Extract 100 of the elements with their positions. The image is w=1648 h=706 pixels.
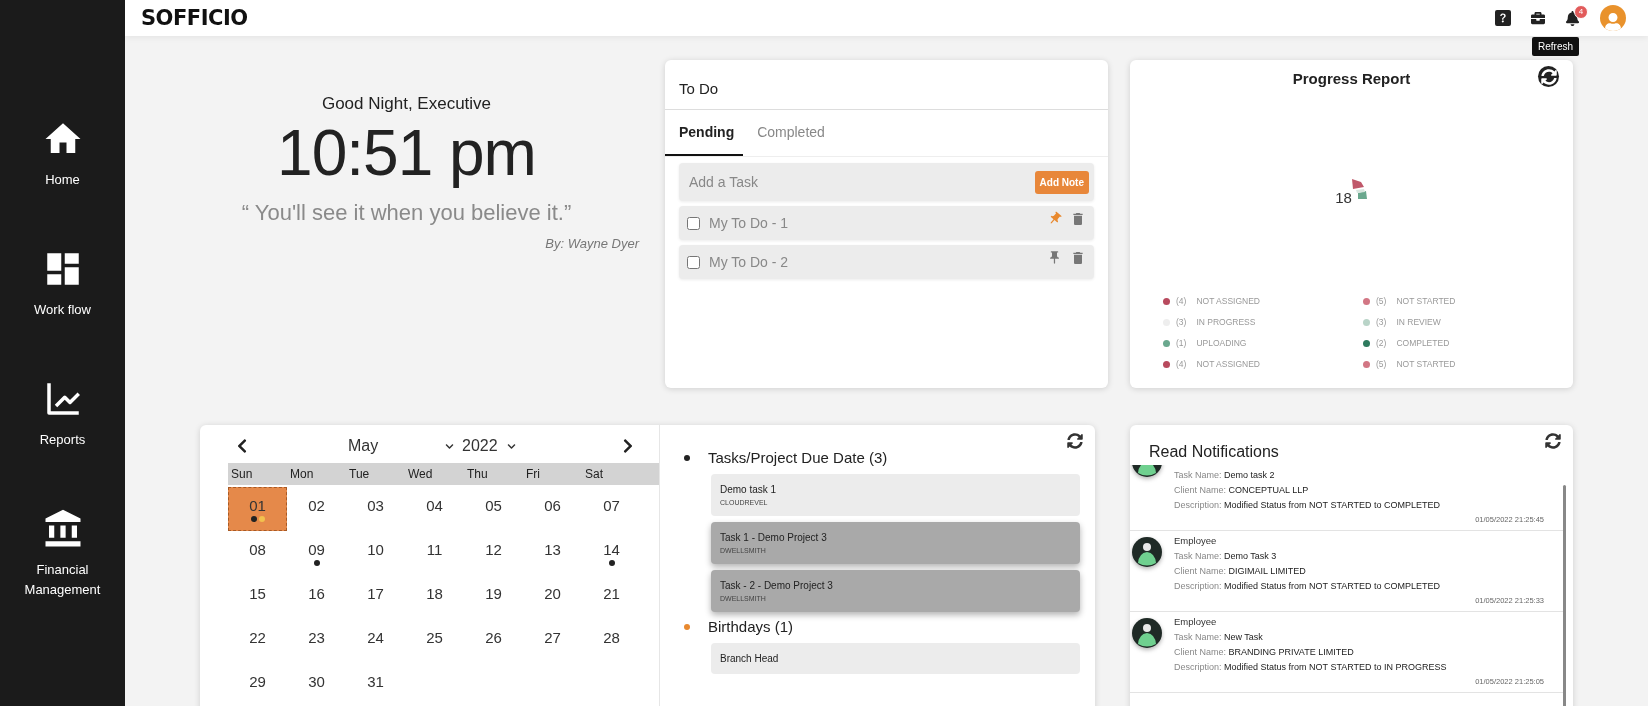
description-text: Description: Modified Status from NOT STARTED to COMPLETED <box>1174 499 1442 511</box>
calendar-day[interactable]: 19 <box>464 575 523 619</box>
legend-count: (4) <box>1176 359 1187 369</box>
weekday-label: Sat <box>584 467 604 481</box>
clock-time: 10:51 pm <box>277 116 536 190</box>
legend-count: (2) <box>1376 338 1387 348</box>
calendar-day[interactable]: 16 <box>287 575 346 619</box>
agenda-item[interactable]: Branch Head <box>711 643 1080 674</box>
weekday-label: Mon <box>289 467 315 481</box>
help-icon[interactable] <box>1495 10 1511 26</box>
caret-icon <box>445 441 454 451</box>
sidebar-label: Financial Management <box>23 561 102 599</box>
calendar-day[interactable]: 04 <box>405 487 464 531</box>
description-text: Description: Modified Status from NOT STARTED to IN PROGRESS <box>1174 661 1448 673</box>
calendar-day[interactable]: 03 <box>346 487 405 531</box>
quote-author: By: Wayne Dyer <box>545 236 639 251</box>
weekday-label: Tue <box>348 467 371 481</box>
refresh-button[interactable] <box>1538 66 1559 87</box>
legend-label: NOT STARTED <box>1396 296 1456 306</box>
sidebar-item[interactable]: Financial Management <box>7 508 118 600</box>
refresh-icon <box>1067 433 1083 449</box>
checkbox[interactable] <box>687 216 700 230</box>
total-count: 18 <box>1335 189 1352 206</box>
legend-count: (4) <box>1176 296 1187 306</box>
avatar <box>1132 537 1162 567</box>
weekday-label: Wed <box>407 467 434 481</box>
sender-name: Employee <box>1174 535 1218 547</box>
calendar-day[interactable]: 21 <box>582 575 641 619</box>
section-title: Birthdays (1) <box>708 618 794 635</box>
sidebar-item[interactable]: Work flow <box>7 248 118 320</box>
scrollbar-thumb[interactable] <box>1563 485 1566 706</box>
item-title: Branch Head <box>720 653 780 664</box>
calendar-day[interactable]: 12 <box>464 531 523 575</box>
calendar-day[interactable]: 14 <box>582 531 641 575</box>
calendar-day[interactable]: 29 <box>228 663 287 706</box>
calendar-day[interactable]: 07 <box>582 487 641 531</box>
refresh-button[interactable] <box>1067 433 1083 449</box>
year-select[interactable]: 2022 <box>462 437 516 455</box>
item-title: Task 1 - Demo Project 3 <box>720 532 828 543</box>
calendar-day[interactable]: 18 <box>405 575 464 619</box>
legend-label: NOT ASSIGNED <box>1196 296 1260 306</box>
legend-label: IN REVIEW <box>1396 317 1441 327</box>
legend-label: IN PROGRESS <box>1196 317 1256 327</box>
tab[interactable]: Completed <box>743 110 839 156</box>
tooltip: Refresh <box>1532 37 1579 56</box>
checkbox[interactable] <box>687 255 700 269</box>
task-name-text: Task Name: Demo task 2 <box>1174 469 1276 481</box>
calendar-day[interactable]: 23 <box>287 619 346 663</box>
weekday-label: Thu <box>466 467 489 481</box>
section-title: Tasks/Project Due Date (3) <box>708 449 888 466</box>
card-title: Progress Report <box>1292 70 1411 87</box>
refresh-icon <box>1545 433 1561 449</box>
item-title: Task - 2 - Demo Project 3 <box>720 580 834 591</box>
refresh-button[interactable] <box>1545 433 1561 449</box>
caret-icon <box>507 441 516 451</box>
calendar-day[interactable]: 22 <box>228 619 287 663</box>
logo: SOFFICIO <box>141 6 248 30</box>
calendar-day[interactable]: 09 <box>287 531 346 575</box>
calendar-day[interactable]: 15 <box>228 575 287 619</box>
calendar-day[interactable]: 17 <box>346 575 405 619</box>
weekday-label: Fri <box>525 467 541 481</box>
calendar-day[interactable]: 24 <box>346 619 405 663</box>
trash-icon[interactable] <box>1070 211 1086 227</box>
greeting-text: Good Night, Executive <box>321 94 492 114</box>
calendar-day[interactable]: 27 <box>523 619 582 663</box>
calendar-day[interactable]: 06 <box>523 487 582 531</box>
calendar-day[interactable]: 28 <box>582 619 641 663</box>
sidebar-label: Reports <box>39 431 86 449</box>
calendar-day[interactable]: 10 <box>346 531 405 575</box>
sidebar-item[interactable]: Reports <box>7 378 118 450</box>
tab[interactable]: Pending <box>665 110 743 156</box>
legend-count: (3) <box>1176 317 1187 327</box>
briefcase-icon[interactable] <box>1531 11 1545 25</box>
card-title: To Do <box>665 60 1108 110</box>
month-select[interactable]: May <box>348 437 454 455</box>
calendar-day[interactable]: 25 <box>405 619 464 663</box>
calendar-day[interactable]: 11 <box>405 531 464 575</box>
calendar-day[interactable]: 08 <box>228 531 287 575</box>
calendar-day[interactable]: 13 <box>523 531 582 575</box>
calendar-day[interactable]: 02 <box>287 487 346 531</box>
sidebar-item[interactable]: Home <box>7 118 118 190</box>
calendar-day[interactable]: 26 <box>464 619 523 663</box>
trash-icon[interactable] <box>1070 250 1086 266</box>
legend-count: (1) <box>1176 338 1187 348</box>
legend-label: UPLOADING <box>1196 338 1247 348</box>
calendar-day[interactable]: 01 <box>228 487 287 531</box>
calendar-day[interactable]: 30 <box>287 663 346 706</box>
client-name-text: Client Name: DIGIMAIL LIMITED <box>1174 565 1307 577</box>
calendar-day[interactable]: 31 <box>346 663 405 706</box>
legend-label: NOT STARTED <box>1396 359 1456 369</box>
sender-name: Employee <box>1174 616 1218 628</box>
description-text: Description: Modified Status from NOT STARTED to COMPLETED <box>1174 580 1442 592</box>
sidebar-label: Work flow <box>34 301 91 319</box>
calendar-day[interactable]: 20 <box>523 575 582 619</box>
task-name-text: Task Name: Demo Task 3 <box>1174 550 1278 562</box>
legend-count: (5) <box>1376 359 1387 369</box>
pin-icon[interactable] <box>1047 250 1062 266</box>
item-title: Demo task 1 <box>720 484 778 495</box>
refresh-icon <box>1540 68 1557 85</box>
calendar-day[interactable]: 05 <box>464 487 523 531</box>
